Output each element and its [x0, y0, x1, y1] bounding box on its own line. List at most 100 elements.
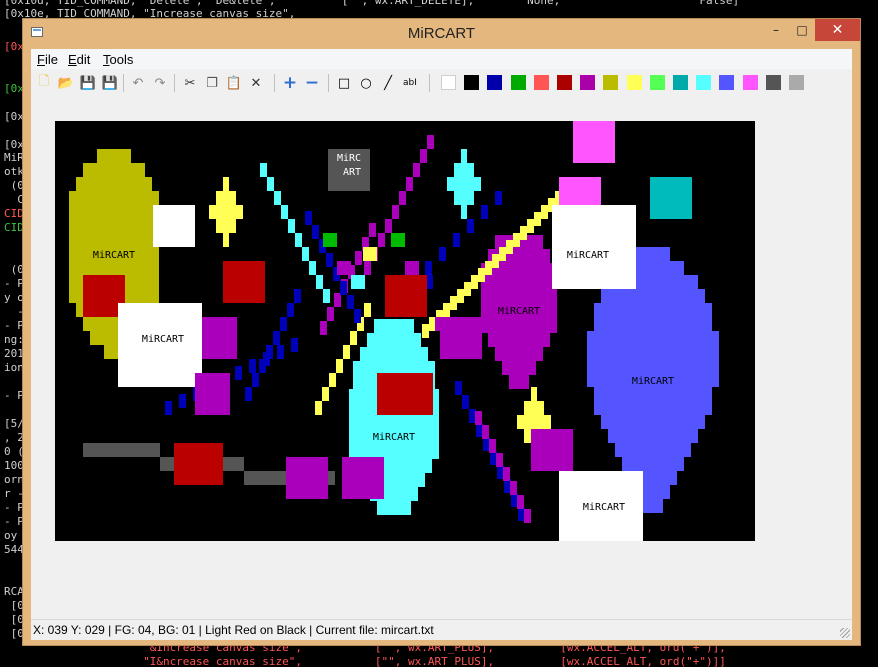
art-line-cell [294, 289, 301, 303]
palette-color-5[interactable] [557, 75, 572, 90]
menu-edit[interactable]: Edit [68, 52, 90, 67]
maximize-button[interactable]: □ [789, 19, 815, 41]
palette-color-6[interactable] [580, 75, 596, 90]
palette-color-8[interactable] [626, 75, 642, 90]
art-line-cell [235, 366, 242, 380]
art-line-cell [378, 233, 385, 247]
undo-icon[interactable]: ↶ [129, 74, 147, 92]
art-line-cell [305, 211, 312, 225]
palette-color-3[interactable] [510, 75, 526, 90]
palette-color-4[interactable] [533, 75, 549, 90]
status-text: X: 039 Y: 029 | FG: 04, BG: 01 | Light R… [33, 623, 434, 637]
art-line-cell [520, 226, 527, 240]
art-line-cell [499, 247, 506, 261]
terminal-line: , 2 [4, 431, 24, 444]
rectangle-tool-icon[interactable]: □ [335, 74, 353, 92]
paste-icon[interactable]: 📋 [225, 74, 243, 92]
magenta-block [202, 317, 237, 359]
text-tool-icon[interactable]: abI [401, 74, 419, 92]
art-line-cell [425, 261, 432, 275]
line-tool-icon[interactable]: ╱ [379, 74, 397, 92]
light-blue-ellipse [643, 499, 663, 513]
art-label: MiRCART [142, 334, 184, 345]
close-button[interactable]: ✕ [815, 19, 860, 41]
art-line-cell [475, 411, 482, 425]
yellow-diamond [223, 233, 229, 247]
menu-file[interactable]: File [37, 52, 58, 67]
light-blue-ellipse [622, 457, 684, 471]
art-line-cell [504, 479, 511, 493]
art-line-cell [354, 309, 361, 323]
cut-icon[interactable]: ✂ [181, 74, 199, 92]
art-line-cell [291, 338, 298, 352]
art-line-cell [312, 225, 319, 239]
art-line-cell [280, 317, 287, 331]
palette-color-12[interactable] [719, 75, 735, 90]
art-line-cell [524, 509, 531, 523]
palette-color-10[interactable] [673, 75, 688, 90]
red-block [385, 275, 427, 317]
palette-color-2[interactable] [487, 75, 503, 90]
redo-icon[interactable]: ↷ [151, 74, 169, 92]
palette-color-13[interactable] [742, 75, 758, 90]
palette-color-11[interactable] [696, 75, 712, 90]
palette-color-0[interactable] [441, 75, 456, 90]
magenta-body [481, 291, 557, 305]
ascii-art-canvas[interactable]: MiRCARTMiRCARTMiRCARTMiRCARTMiRCARTMiRCA… [55, 121, 755, 541]
magenta-body [495, 347, 543, 361]
menu-tools[interactable]: Tools [103, 52, 133, 67]
zoom-plus-icon[interactable]: + [281, 73, 299, 93]
art-line-cell [277, 345, 284, 359]
drawing-canvas[interactable]: MiRCART MiRCART MiRCART MiRCART MiRCART MiRCA… [55, 121, 755, 541]
new-file-icon[interactable]: 🗋 [35, 74, 53, 92]
title-bar[interactable]: MiRCART – □ ✕ [23, 19, 860, 47]
copy-icon[interactable]: ❐ [203, 74, 221, 92]
art-line-cell [316, 275, 323, 289]
white-block [118, 303, 202, 387]
art-line-cell [315, 401, 322, 415]
art-line-cell [249, 359, 256, 373]
save-as-icon[interactable]: 💾 [101, 74, 119, 92]
pink-block [559, 177, 601, 205]
yellow-diamond [216, 219, 236, 233]
palette-color-9[interactable] [649, 75, 665, 90]
art-cell [405, 261, 419, 275]
minimize-button[interactable]: – [763, 19, 789, 41]
art-line-cell [485, 261, 492, 275]
art-line-cell [323, 289, 330, 303]
terminal-line: 544 [4, 543, 24, 556]
terminal-line: [0x [4, 82, 24, 95]
menu-bar: File Edit Tools [31, 49, 852, 69]
palette-color-14[interactable] [765, 75, 781, 90]
art-line-cell [439, 247, 446, 261]
resize-grip[interactable] [840, 628, 850, 638]
cyan-body [349, 445, 439, 459]
art-line-cell [267, 177, 274, 191]
art-label: MiRCART [93, 250, 135, 261]
palette-color-15[interactable] [789, 75, 804, 90]
yellow-ellipse [69, 261, 159, 275]
art-label: MiRCART [567, 250, 609, 261]
save-icon[interactable]: 💾 [79, 74, 97, 92]
art-cell [337, 261, 351, 275]
art-line-cell [511, 493, 518, 507]
terminal-line: 0 ( [4, 445, 24, 458]
terminal-line: [0x [4, 40, 24, 53]
palette-color-7[interactable] [603, 75, 619, 90]
toolbar-separator [429, 74, 430, 92]
art-label: MiRC [337, 153, 361, 164]
zoom-minus-icon[interactable]: − [303, 73, 321, 93]
yellow-ellipse [69, 205, 159, 219]
art-line-cell [245, 387, 252, 401]
art-line-cell [406, 177, 413, 191]
circle-tool-icon[interactable]: ○ [357, 74, 375, 92]
art-line-cell [302, 247, 309, 261]
delete-icon[interactable]: ✕ [247, 74, 265, 92]
yellow-diamond [216, 191, 236, 205]
art-line-cell [482, 425, 489, 439]
art-line-cell [364, 261, 371, 275]
light-blue-ellipse [587, 345, 719, 359]
terminal-line: MiR [4, 151, 24, 164]
palette-color-1[interactable] [464, 75, 480, 90]
open-folder-icon[interactable]: 📂 [57, 74, 75, 92]
